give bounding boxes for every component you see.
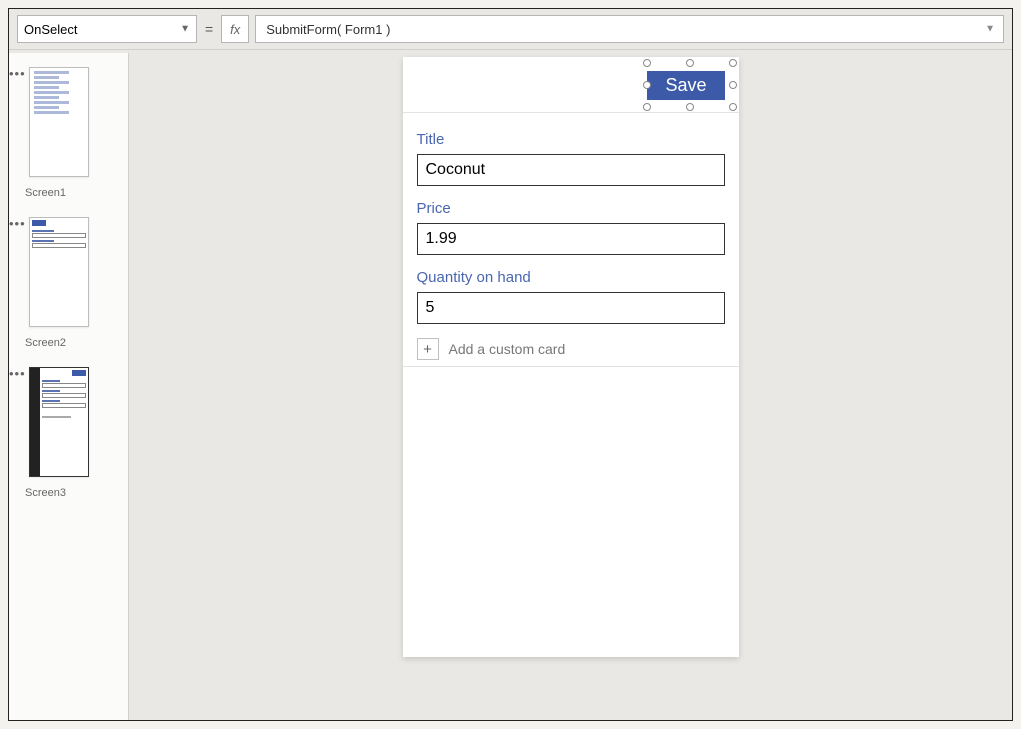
field-price: Price <box>417 200 725 255</box>
title-input[interactable] <box>417 154 725 186</box>
fx-icon: fx <box>230 22 240 37</box>
field-label: Title <box>417 131 725 148</box>
screen-thumb-3[interactable]: ••• <box>21 367 116 477</box>
screen-label: Screen1 <box>25 187 128 199</box>
canvas-area: Save Title Price <box>129 53 1012 720</box>
screen-label: Screen2 <box>25 337 128 349</box>
chevron-down-icon: ▼ <box>180 24 190 35</box>
add-custom-card-row[interactable]: + Add a custom card <box>417 338 725 360</box>
formula-input[interactable]: SubmitForm( Form1 ) ▼ <box>255 15 1004 43</box>
field-title: Title <box>417 131 725 186</box>
fx-button[interactable]: fx <box>221 15 249 43</box>
screen-thumb-2[interactable]: ••• <box>21 217 116 327</box>
app-frame: OnSelect ▼ = fx SubmitForm( Form1 ) ▼ ••… <box>8 8 1013 721</box>
property-dropdown-value: OnSelect <box>24 22 77 37</box>
add-custom-card-label: Add a custom card <box>449 341 566 357</box>
phone-preview: Save Title Price <box>403 57 739 657</box>
equals-sign: = <box>203 21 215 37</box>
formula-bar: OnSelect ▼ = fx SubmitForm( Form1 ) ▼ <box>9 9 1012 50</box>
form-area: Title Price Quantity on hand + Add a cus… <box>403 113 739 367</box>
quantity-input[interactable] <box>417 292 725 324</box>
screen-label: Screen3 <box>25 487 128 499</box>
field-label: Price <box>417 200 725 217</box>
formula-text: SubmitForm( Form1 ) <box>266 22 390 37</box>
field-label: Quantity on hand <box>417 269 725 286</box>
property-dropdown[interactable]: OnSelect ▼ <box>17 15 197 43</box>
screen-thumb-1[interactable]: ••• <box>21 67 116 177</box>
plus-icon[interactable]: + <box>417 338 439 360</box>
chevron-down-icon: ▼ <box>985 24 995 35</box>
price-input[interactable] <box>417 223 725 255</box>
phone-header: Save <box>403 57 739 113</box>
workspace: ••• Screen1 ••• Screen2 ••• <box>9 53 1012 720</box>
screens-pane: ••• Screen1 ••• Screen2 ••• <box>9 53 129 720</box>
field-quantity: Quantity on hand <box>417 269 725 324</box>
more-icon[interactable]: ••• <box>9 71 26 77</box>
more-icon[interactable]: ••• <box>9 221 26 227</box>
more-icon[interactable]: ••• <box>9 371 26 377</box>
save-button[interactable]: Save <box>647 71 724 100</box>
